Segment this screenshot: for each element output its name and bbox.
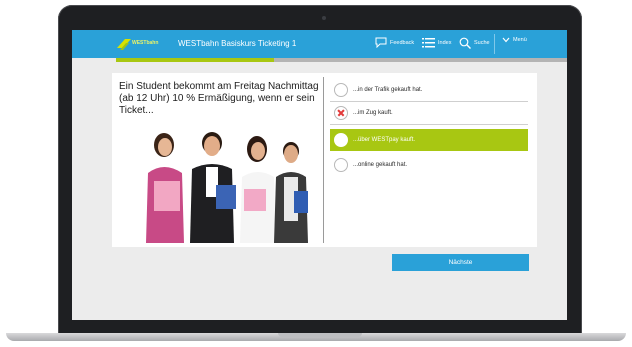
radio-unselected-icon[interactable] (334, 158, 348, 172)
answer-option-1[interactable]: ...in der Trafik gekauft hat. (330, 79, 528, 102)
radio-selected-icon[interactable] (334, 133, 348, 147)
menu-label: Menü (513, 37, 527, 43)
menu-button[interactable]: Menü (502, 37, 527, 43)
top-navigation-bar: WESTbahn WESTbahn Basiskurs Ticketing 1 … (72, 30, 567, 58)
laptop-base-notch (278, 333, 362, 337)
answer-option-4[interactable]: ...online gekauft hat. (330, 154, 528, 176)
index-button[interactable]: Index (422, 37, 451, 48)
answer-list: ...in der Trafik gekauft hat. ...im Zug … (330, 79, 528, 176)
answer-option-2-incorrect[interactable]: ...im Zug kauft. (330, 102, 528, 125)
search-button[interactable]: Suche (459, 37, 490, 49)
toolbar-divider (494, 34, 495, 54)
answer-label: ...online gekauft hat. (353, 162, 408, 168)
vertical-divider (323, 77, 324, 243)
answer-label: ...in der Trafik gekauft hat. (353, 87, 423, 93)
westbahn-logo (117, 39, 131, 50)
webcam (322, 16, 326, 20)
search-icon (459, 37, 471, 49)
index-icon (422, 38, 435, 48)
question-text: Ein Student bekommt am Freitag Nachmitta… (119, 81, 319, 116)
feedback-button[interactable]: Feedback (375, 37, 414, 48)
question-card: Ein Student bekommt am Freitag Nachmitta… (112, 73, 537, 247)
search-label: Suche (474, 40, 490, 46)
answer-label: ...über WESTpay kauft. (353, 137, 416, 143)
next-button[interactable]: Nächste (392, 254, 529, 271)
feedback-icon (375, 37, 387, 48)
chevron-down-icon (502, 37, 510, 43)
logo-wordmark: WESTbahn (132, 40, 159, 46)
course-progress-bar (116, 58, 567, 62)
progress-fill (116, 58, 274, 62)
feedback-label: Feedback (390, 39, 415, 46)
answer-option-3-correct[interactable]: ...über WESTpay kauft. (330, 129, 528, 151)
app-screen: WESTbahn WESTbahn Basiskurs Ticketing 1 … (72, 30, 567, 320)
wrong-x-icon[interactable] (334, 106, 348, 120)
radio-unselected-icon[interactable] (334, 83, 348, 97)
course-title: WESTbahn Basiskurs Ticketing 1 (178, 39, 297, 48)
index-label: Index (438, 39, 452, 46)
answer-label: ...im Zug kauft. (353, 110, 393, 116)
students-photo (146, 132, 308, 243)
